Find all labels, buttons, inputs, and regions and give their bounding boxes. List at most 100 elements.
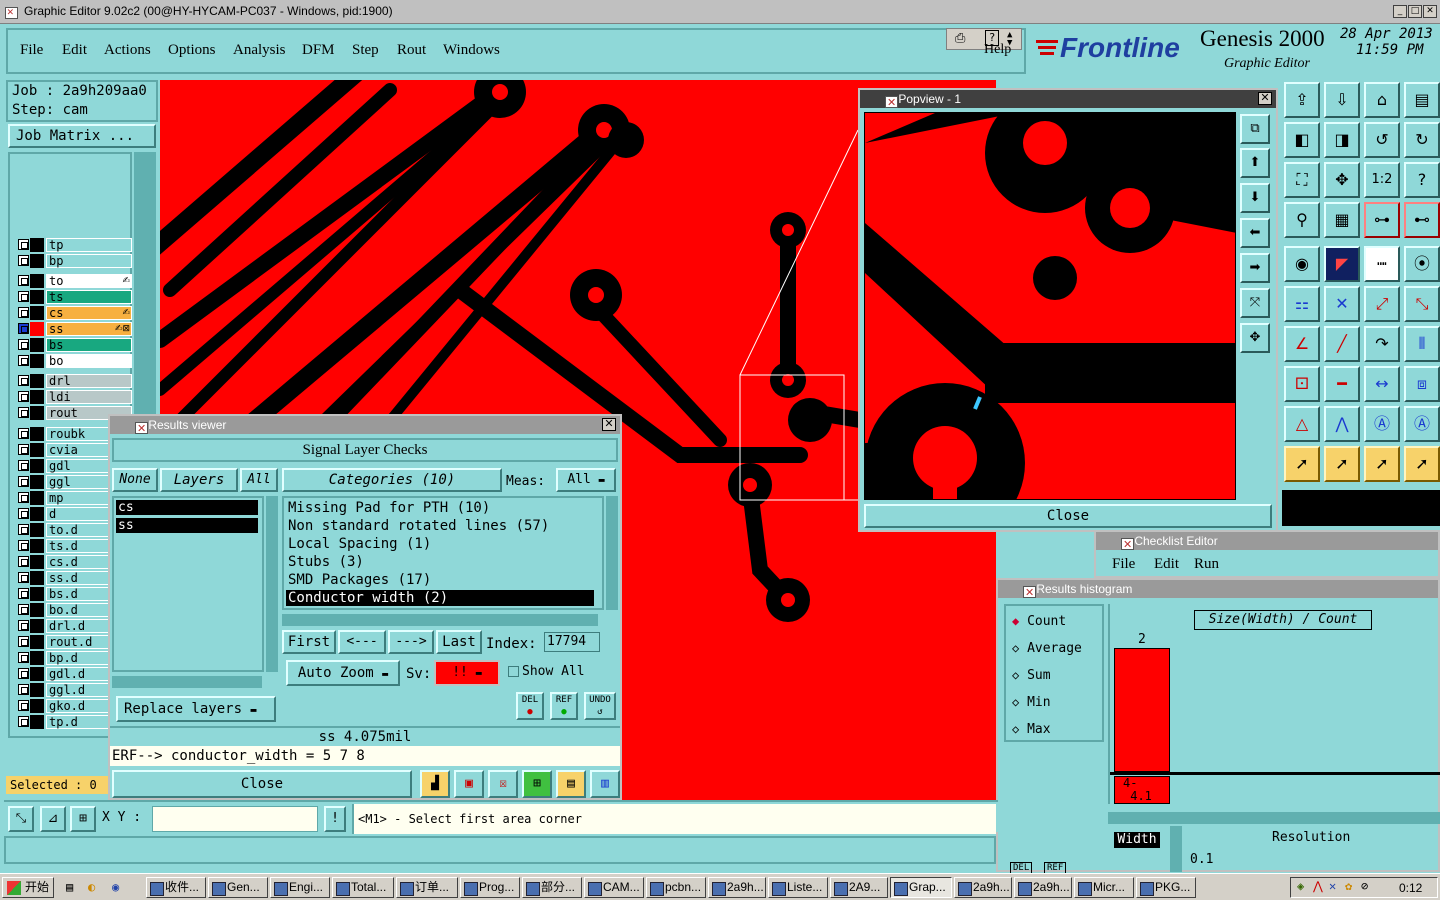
grid-icon[interactable]: ▦ bbox=[1324, 202, 1360, 238]
maximize-button[interactable]: □ bbox=[1408, 5, 1422, 18]
taskbar-item[interactable]: pcbn... bbox=[646, 877, 706, 898]
cursor-select-icon[interactable]: ◤ bbox=[1324, 246, 1360, 282]
taskbar-item[interactable]: 订单... bbox=[396, 877, 458, 898]
taskbar-item[interactable]: 2a9h... bbox=[1014, 877, 1072, 898]
results-close-button[interactable]: Close bbox=[112, 770, 412, 798]
layer-checkbox[interactable] bbox=[18, 239, 29, 250]
ref-button[interactable]: REF ● bbox=[550, 692, 578, 720]
taskbar-item[interactable]: 2a9h... bbox=[954, 877, 1012, 898]
pointer-3-icon[interactable]: ➚ bbox=[1364, 446, 1400, 482]
start-button[interactable]: 开始 bbox=[2, 877, 54, 898]
pan-tool-icon[interactable]: ⤡ bbox=[8, 806, 34, 832]
taskbar-item[interactable]: 部分... bbox=[522, 877, 582, 898]
layer-checkbox[interactable] bbox=[18, 524, 29, 535]
taskbar-item[interactable]: Grap... bbox=[890, 877, 952, 898]
results-layer-cs[interactable]: cs bbox=[116, 500, 258, 515]
split-icon[interactable]: ⫴ bbox=[1404, 326, 1440, 362]
category-item[interactable]: Missing Pad for PTH (10) bbox=[286, 500, 594, 516]
layer-checkbox[interactable] bbox=[18, 339, 29, 350]
category-item[interactable]: Stubs (3) bbox=[286, 554, 594, 570]
layer-row[interactable]: ldi bbox=[14, 390, 132, 404]
distance-icon[interactable]: ↔ bbox=[1364, 366, 1400, 402]
index-input[interactable]: 17794 bbox=[544, 632, 600, 652]
results-layer-hscroll[interactable] bbox=[112, 676, 262, 688]
layer-checkbox[interactable] bbox=[18, 668, 29, 679]
pan-right-icon[interactable]: ◨ bbox=[1324, 122, 1360, 158]
snap-red-icon[interactable]: ⊶ bbox=[1364, 202, 1400, 238]
line-icon[interactable]: ╱ bbox=[1324, 326, 1360, 362]
layer-checkbox[interactable] bbox=[18, 444, 29, 455]
layer-checkbox[interactable] bbox=[18, 476, 29, 487]
layer-checkbox[interactable] bbox=[18, 428, 29, 439]
undo-view-icon[interactable]: ↺ bbox=[1364, 122, 1400, 158]
popview-pan-right-icon[interactable]: ➡ bbox=[1240, 253, 1270, 283]
save-layer-icon[interactable]: ⇩ bbox=[1324, 82, 1360, 118]
popview-zoom-window-icon[interactable]: ⧉ bbox=[1240, 114, 1270, 144]
taskbar-item[interactable]: Micr... bbox=[1074, 877, 1134, 898]
layer-checkbox[interactable] bbox=[18, 407, 29, 418]
home-icon[interactable]: ⌂ bbox=[1364, 82, 1400, 118]
a-measure-2-icon[interactable]: Ⓐ bbox=[1404, 406, 1440, 442]
layers-all-button[interactable]: All bbox=[240, 468, 278, 492]
next-button[interactable]: ---> bbox=[388, 630, 434, 654]
layer-checkbox[interactable] bbox=[18, 588, 29, 599]
checklist-menu-run[interactable]: Run bbox=[1194, 556, 1219, 573]
menu-actions[interactable]: Actions bbox=[104, 42, 151, 59]
menu-analysis[interactable]: Analysis bbox=[233, 42, 286, 59]
snap-red-2-icon[interactable]: ⊷ bbox=[1404, 202, 1440, 238]
close-window-button[interactable]: ✕ bbox=[1423, 5, 1437, 18]
menu-step[interactable]: Step bbox=[352, 42, 379, 59]
layer-checkbox[interactable] bbox=[18, 291, 29, 302]
arc-icon[interactable]: ↷ bbox=[1364, 326, 1400, 362]
menu-dfm[interactable]: DFM bbox=[302, 42, 335, 59]
layer-checkbox[interactable] bbox=[18, 255, 29, 266]
job-matrix-button[interactable]: Job Matrix ... bbox=[8, 124, 156, 148]
undo-button[interactable]: UNDO ↺ bbox=[584, 692, 616, 720]
layers-label[interactable]: Layers bbox=[160, 468, 238, 492]
delete-report-icon[interactable]: ☒ bbox=[488, 770, 518, 798]
taskbar-item[interactable]: Total... bbox=[332, 877, 394, 898]
layer-row[interactable]: drl bbox=[14, 374, 132, 388]
last-button[interactable]: Last bbox=[436, 630, 482, 654]
menu-options[interactable]: Options bbox=[168, 42, 216, 59]
layer-checkbox[interactable] bbox=[18, 492, 29, 503]
popview-zoom-in-icon[interactable]: ⤧ bbox=[1240, 288, 1270, 318]
quicklaunch-folder-icon[interactable]: ◐ bbox=[88, 880, 95, 894]
menu-rout[interactable]: Rout bbox=[397, 42, 426, 59]
taskbar-item[interactable]: Prog... bbox=[460, 877, 520, 898]
exclamation-button[interactable]: ! bbox=[324, 806, 346, 832]
layer-checkbox[interactable] bbox=[18, 508, 29, 519]
mode-count[interactable]: ◆ Count bbox=[1012, 614, 1066, 629]
pad-icon[interactable]: ◉ bbox=[1284, 246, 1320, 282]
panel-icon[interactable]: ▤ bbox=[1404, 82, 1440, 118]
category-item[interactable]: Non standard rotated lines (57) bbox=[286, 518, 594, 534]
circle-dot-icon[interactable]: ⦿ bbox=[1404, 246, 1440, 282]
checklist-menu-edit[interactable]: Edit bbox=[1154, 556, 1179, 573]
category-item[interactable]: Conductor width (2) bbox=[286, 590, 594, 606]
taskbar-item[interactable]: 2A9... bbox=[830, 877, 888, 898]
layer-row[interactable]: bp bbox=[14, 254, 132, 268]
tray-app-icon[interactable]: ◈ bbox=[1297, 879, 1304, 893]
histogram-bar[interactable] bbox=[1114, 648, 1170, 772]
histogram-icon[interactable]: ▥ bbox=[590, 770, 620, 798]
layer-checkbox[interactable] bbox=[18, 652, 29, 663]
results-close-x[interactable]: ✕ bbox=[602, 418, 616, 431]
grid-toggle-icon[interactable]: ⊞ bbox=[70, 806, 96, 832]
report-icon[interactable]: ▣ bbox=[454, 770, 484, 798]
layer-checkbox[interactable] bbox=[18, 700, 29, 711]
document-icon[interactable]: ▤ bbox=[556, 770, 586, 798]
a-measure-icon[interactable]: Ⓐ bbox=[1364, 406, 1400, 442]
histogram-width-scroll[interactable] bbox=[1170, 826, 1182, 872]
angle-icon[interactable]: ∠ bbox=[1284, 326, 1320, 362]
zoom-fit-icon[interactable]: ⛶ bbox=[1284, 162, 1320, 198]
mode-min[interactable]: ◇ Min bbox=[1012, 695, 1051, 710]
zoom-home-icon[interactable]: ✥ bbox=[1324, 162, 1360, 198]
layer-row[interactable]: bo bbox=[14, 354, 132, 368]
taskbar-item[interactable]: 2a9h... bbox=[708, 877, 766, 898]
auto-zoom-dropdown[interactable]: Auto Zoom ▬ bbox=[286, 660, 400, 686]
layers-none-button[interactable]: None bbox=[112, 468, 158, 492]
first-button[interactable]: First bbox=[282, 630, 336, 654]
layer-checkbox[interactable] bbox=[18, 556, 29, 567]
layer-checkbox[interactable] bbox=[18, 684, 29, 695]
layer-checkbox[interactable] bbox=[18, 604, 29, 615]
